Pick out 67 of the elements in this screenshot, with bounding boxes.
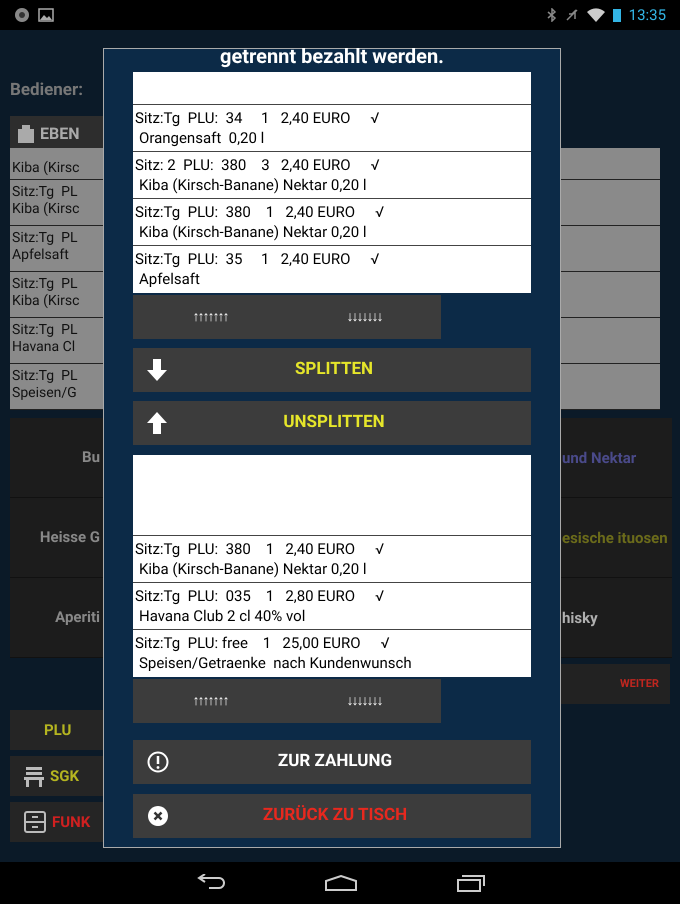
order-row[interactable]: Sitz:Tg PLU: 35 1 2,40 EURO √ Apfelsaft <box>133 246 531 293</box>
recent-apps-icon[interactable] <box>457 874 485 892</box>
item-name: Apfelsaft <box>12 247 69 264</box>
scroll-down-button[interactable]: ↓↓↓↓↓↓↓ <box>287 679 441 723</box>
item-name: Speisen/G <box>12 385 77 402</box>
order-details: Sitz:Tg PL <box>12 368 78 385</box>
item-name: Speisen/Getraenke nach Kundenwunsch <box>138 653 413 673</box>
bluetooth-icon <box>546 8 557 22</box>
back-icon[interactable] <box>195 874 225 892</box>
check-mark: √ <box>370 249 380 269</box>
image-icon <box>38 8 54 22</box>
operator-label: Bediener: <box>10 79 84 102</box>
category-button[interactable]: Heisse G <box>10 526 100 549</box>
scroll-up-button[interactable]: ↑↑↑↑↑↑↑ <box>133 295 287 339</box>
item-name: Kiba (Kirsch-Banane) Nektar 0,20 l <box>138 222 368 242</box>
item-name: Havana Cl <box>12 339 76 356</box>
order-details: Sitz:Tg PLU: 34 1 2,40 EURO <box>135 108 350 128</box>
order-row[interactable]: Sitz:Tg PLU: 34 1 2,40 EURO √ Orangensaft 0,20 l <box>133 105 531 152</box>
order-row[interactable]: Sitz:Tg PLU: 380 1 2,40 EURO √ Kiba (Kirsch-Banane) Nektar 0,20 l <box>133 536 531 583</box>
order-details: Sitz:Tg PLU: 380 1 2,40 EURO <box>135 202 356 222</box>
close-icon <box>147 805 169 827</box>
check-mark: √ <box>370 155 380 175</box>
order-row[interactable]: Sitz:Tg PLU: 380 1 2,40 EURO √ Kiba (Kirsch-Banane) Nektar 0,20 l <box>133 199 531 246</box>
item-name: Kiba (Kirsc <box>12 293 80 310</box>
order-details: Sitz:Tg PL <box>12 230 78 247</box>
scroll-down-button[interactable]: ↓↓↓↓↓↓↓ <box>287 295 441 339</box>
clock: 13:35 <box>628 4 666 26</box>
item-name: Orangensaft 0,20 l <box>138 128 266 148</box>
category-button[interactable]: hisky <box>562 608 672 628</box>
category-button[interactable]: Bu <box>10 446 100 469</box>
home-icon[interactable] <box>325 875 357 891</box>
split-button[interactable]: SPLITTEN <box>133 348 531 392</box>
item-name: Apfelsaft <box>138 269 201 289</box>
order-details: Sitz:Tg PLU: free 1 25,00 EURO <box>135 633 361 653</box>
check-mark: √ <box>375 586 384 606</box>
wifi-icon <box>586 8 605 22</box>
check-mark: √ <box>375 539 384 559</box>
order-details: Sitz:Tg PLU: 35 1 2,40 EURO <box>135 249 350 269</box>
item-name: Kiba (Kirsch-Banane) Nektar 0,20 l <box>138 175 368 195</box>
check-mark: √ <box>380 633 390 653</box>
order-row[interactable]: Sitz: 2 PLU: 380 3 2,40 EURO √ Kiba (Kirsch-Banane) Nektar 0,20 l <box>133 152 531 199</box>
alert-icon <box>147 751 169 773</box>
scroll-up-button[interactable]: ↑↑↑↑↑↑↑ <box>133 679 287 723</box>
order-row[interactable]: Sitz:Tg PLU: 035 1 2,80 EURO √ Havana Club 2 cl 40% vol <box>133 583 531 630</box>
check-mark: √ <box>370 108 380 128</box>
item-name: Kiba (Kirsc <box>12 160 80 177</box>
order-details: Sitz:Tg PLU: 035 1 2,80 EURO <box>135 586 356 606</box>
check-mark: √ <box>375 202 384 222</box>
item-name: Havana Club 2 cl 40% vol <box>138 606 306 626</box>
item-name: Kiba (Kirsch-Banane) Nektar 0,20 l <box>138 559 368 579</box>
order-row[interactable]: Sitz:Tg PLU: free 1 25,00 EURO √ Speisen/Getraenke nach Kundenwunsch <box>133 630 531 677</box>
up-arrow-icon <box>147 412 167 434</box>
category-button[interactable]: Aperiti <box>10 606 100 629</box>
item-name: Kiba (Kirsc <box>12 201 80 218</box>
chair-icon <box>24 765 44 787</box>
pay-button[interactable]: ZUR ZAHLUNG <box>133 740 531 784</box>
notification-icon <box>14 7 30 23</box>
order-details: Sitz: 2 PLU: 380 3 2,40 EURO <box>135 155 351 175</box>
drawer-icon <box>24 811 46 833</box>
battery-icon <box>612 8 621 22</box>
order-details: Sitz:Tg PL <box>12 276 78 293</box>
order-details: Sitz:Tg PL <box>12 184 78 201</box>
order-details: Sitz:Tg PLU: 380 1 2,40 EURO <box>135 539 356 559</box>
dialog-title: getrennt bezahlt werden. <box>219 45 445 67</box>
unsplit-button[interactable]: UNSPLITTEN <box>133 401 531 445</box>
down-arrow-icon <box>147 359 167 381</box>
order-details: Sitz:Tg PL <box>12 322 78 339</box>
